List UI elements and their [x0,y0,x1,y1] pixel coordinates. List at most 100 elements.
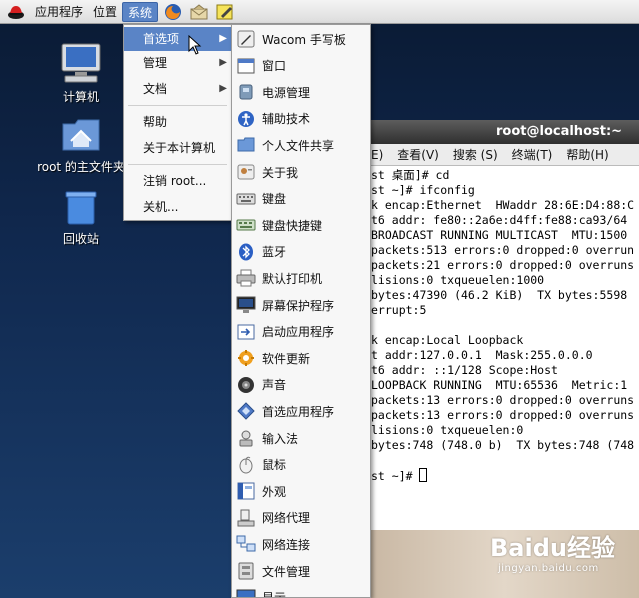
terminal-line-text: packets:13 errors:0 dropped:0 overruns [371,393,635,407]
terminal-title[interactable]: root@localhost:~ [371,120,639,144]
menu-item-label: 首选项 [143,32,180,46]
system-menu-documents[interactable]: 文档 ▶ [124,77,231,101]
terminal-menu-search[interactable]: 搜索 (S) [453,146,498,163]
terminal-line: t addr:127.0.0.1 Mask:255.0.0.0 [371,348,639,363]
keyboard-shortcuts-icon [235,215,257,235]
desktop-icon-home[interactable]: root 的主文件夹 [31,116,131,175]
system-menu-logout[interactable]: 注销 root... [124,169,231,193]
preferences-item[interactable]: 显示 [232,585,370,597]
preferences-item[interactable]: 文件管理 [232,558,370,584]
preferences-item[interactable]: 屏幕保护程序 [232,292,370,318]
preferences-item[interactable]: 输入法 [232,425,370,451]
menu-item-label: 鼠标 [262,458,287,473]
terminal-line-text: lisions:0 txqueuelen:1000 [371,273,545,287]
terminal-line-text: packets:513 errors:0 dropped:0 overrun [371,243,635,257]
preferences-item[interactable]: 键盘快捷键 [232,212,370,238]
pen-tablet-icon [235,29,257,49]
startup-apps-icon [235,322,257,342]
preferences-item[interactable]: 网络连接 [232,531,370,557]
terminal-line: lisions:0 txqueuelen:1000 [371,273,639,288]
terminal-line: k encap:Local Loopback [371,333,639,348]
preferences-item[interactable]: 首选应用程序 [232,398,370,424]
network-connections-icon [235,534,257,554]
preferences-item[interactable]: 启动应用程序 [232,319,370,345]
menu-item-label: 窗口 [262,59,287,74]
preferences-item[interactable]: 网络代理 [232,505,370,531]
preferences-item[interactable]: 默认打印机 [232,265,370,291]
panel-menu-applications[interactable]: 应用程序 [30,2,88,22]
terminal-line: LOOPBACK RUNNING MTU:65536 Metric:1 [371,378,639,393]
panel-menu-system[interactable]: 系统 [122,1,159,22]
terminal-line: lisions:0 txqueuelen:0 [371,423,639,438]
preferences-item[interactable]: Wacom 手写板 [232,26,370,52]
preferences-item[interactable]: 键盘 [232,186,370,212]
desktop-icon-computer[interactable]: 计算机 [31,42,131,105]
preferences-item[interactable]: 软件更新 [232,345,370,371]
terminal-line: st ~]# ifconfig [371,183,639,198]
system-menu-about-computer[interactable]: 关于本计算机 [124,136,231,160]
menu-item-label: 管理 [143,56,168,70]
system-menu-preferences[interactable]: 首选项 ▶ [124,27,231,51]
terminal-menu-edit[interactable]: E) [371,148,383,162]
chevron-right-icon: ▶ [219,33,227,44]
system-menu-administration[interactable]: 管理 ▶ [124,51,231,75]
preferences-item[interactable]: 辅助技术 [232,106,370,132]
panel-menu-places[interactable]: 位置 [88,2,122,22]
top-panel: 应用程序 位置 系统 [0,0,639,24]
redhat-logo-icon[interactable] [6,3,26,21]
desktop-icon-trash[interactable]: 回收站 [31,188,131,247]
baidu-watermark: Baidu经验 jingyan.baidu.com [490,528,630,588]
watermark-brand: Baidu经验 [490,534,615,562]
terminal-line-text: t addr:127.0.0.1 Mask:255.0.0.0 [371,348,593,362]
menu-item-label: 默认打印机 [262,271,323,286]
terminal-menu-view[interactable]: 查看(V) [397,146,439,163]
system-menu-help[interactable]: 帮助 [124,110,231,134]
menu-separator [128,164,227,165]
terminal-line: packets:513 errors:0 dropped:0 overrun [371,243,639,258]
terminal-line-text: bytes:47390 (46.2 KiB) TX bytes:5598 [371,288,628,302]
about-me-icon [235,162,257,182]
terminal-output[interactable]: st 桌面]# cd st ~]# ifconfig k encap:Etherne… [371,166,639,530]
terminal-line-text: st 桌面]# cd [371,168,450,182]
desktop-icon-label: 回收站 [62,232,99,246]
preferences-item[interactable]: 电源管理 [232,79,370,105]
menu-item-label: 网络连接 [262,537,311,552]
screensaver-icon [235,295,257,315]
menu-item-label: 软件更新 [262,351,311,366]
terminal-window[interactable]: root@localhost:~ E) 查看(V) 搜索 (S) 终端(T) 帮… [370,120,639,530]
terminal-line: t6 addr: fe80::2a6e:d4ff:fe88:ca93/64 [371,213,639,228]
terminal-line-text: BROADCAST RUNNING MULTICAST MTU:1500 [371,228,628,242]
watermark-url: jingyan.baidu.com [498,563,599,574]
preferences-item[interactable]: 关于我 [232,159,370,185]
terminal-line: errupt:5 [371,303,639,318]
preferences-item[interactable]: 外观 [232,478,370,504]
terminal-menu-terminal[interactable]: 终端(T) [512,146,553,163]
menu-item-label: 电源管理 [262,85,311,100]
preferences-item[interactable]: 声音 [232,372,370,398]
desktop-icon-label: root 的主文件夹 [37,160,125,174]
menu-item-label: 声音 [262,378,287,393]
terminal-menubar: E) 查看(V) 搜索 (S) 终端(T) 帮助(H) [371,144,639,166]
preferences-item[interactable]: 蓝牙 [232,239,370,265]
menu-item-label: 关于我 [262,165,299,180]
terminal-line: k encap:Ethernet HWaddr 28:6E:D4:88:C [371,198,639,213]
terminal-line: t6 addr: ::1/128 Scope:Host [371,363,639,378]
text-editor-icon[interactable] [214,2,236,22]
window-icon [235,56,257,76]
menu-item-label: 屏幕保护程序 [262,298,335,313]
chevron-right-icon: ▶ [219,83,227,94]
preferences-item[interactable]: 鼠标 [232,452,370,478]
input-method-icon [235,428,257,448]
system-menu-shutdown[interactable]: 关机... [124,195,231,219]
terminal-menu-help[interactable]: 帮助(H) [566,146,608,163]
trash-icon [65,191,97,225]
menu-item-label: 键盘快捷键 [262,218,323,233]
printer-icon [235,268,257,288]
preferences-item[interactable]: 个人文件共享 [232,132,370,158]
firefox-icon[interactable] [162,2,184,22]
menu-item-label: 显示 [262,589,286,597]
email-client-icon[interactable] [188,2,210,22]
preferred-apps-icon [235,401,257,421]
terminal-line-text: k encap:Ethernet HWaddr 28:6E:D4:88:C [371,198,635,212]
preferences-item[interactable]: 窗口 [232,53,370,79]
